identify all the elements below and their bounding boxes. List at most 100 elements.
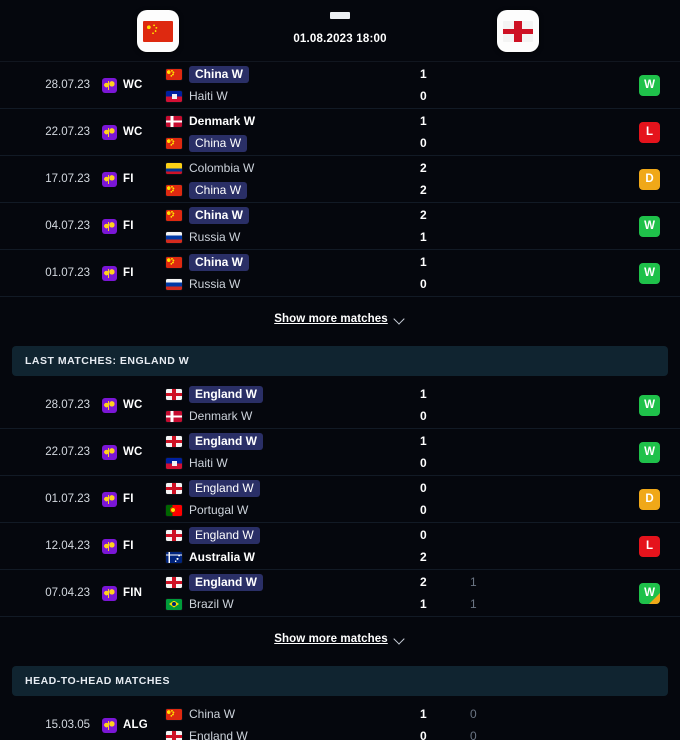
competition-code: FI (123, 173, 134, 185)
score-value: 2 (420, 550, 427, 564)
score-value: 0 (420, 729, 427, 740)
competition-cell[interactable]: ALG (98, 717, 164, 733)
competition-code: FIN (123, 587, 143, 599)
team-flag-icon (166, 410, 182, 422)
show-more-label: Show more matches (274, 312, 388, 325)
competition-cell[interactable]: FI (98, 171, 164, 187)
result-cell: W (639, 250, 660, 296)
competition-code: WC (123, 126, 143, 138)
section-header-head-to-head: HEAD-TO-HEAD MATCHES (12, 666, 668, 696)
team-name: Denmark W (189, 409, 253, 423)
score-column: 10 (420, 62, 427, 108)
team-name: England W (189, 432, 263, 450)
competition-code: FI (123, 267, 134, 279)
competition-code: FI (123, 220, 134, 232)
match-list-head-to-head: 15.03.05 ALG China W England W1000 (0, 702, 680, 740)
match-detail-page: 01.08.2023 18:00 28.07.23 WC China W Haiti … (0, 0, 680, 740)
score-column: 00 (420, 476, 427, 522)
result-badge-label: W (644, 267, 655, 279)
match-row[interactable]: 04.07.23 FI China W Russia W21W (0, 203, 680, 250)
score-value: 0 (420, 409, 427, 423)
match-row[interactable]: 01.07.23 FI China W Russia W10W (0, 250, 680, 297)
trophy-icon (102, 444, 117, 460)
show-more-matches-button[interactable]: Show more matches (0, 617, 680, 660)
score-value: 0 (420, 528, 427, 542)
score-column: 10 (420, 382, 427, 428)
team-flag-icon (166, 388, 182, 400)
show-more-matches-button[interactable]: Show more matches (0, 297, 680, 340)
score-column: 10 (420, 109, 427, 155)
result-cell: W (639, 570, 660, 616)
match-row[interactable]: 22.07.23 WC England W Haiti W10W (0, 429, 680, 476)
secondary-score-value: 1 (470, 597, 477, 611)
match-row[interactable]: 15.03.05 ALG China W England W1000 (0, 702, 680, 740)
competition-cell[interactable]: FI (98, 491, 164, 507)
team-flag-icon (166, 551, 182, 563)
match-date: 22.07.23 (45, 446, 90, 458)
chevron-down-icon (395, 635, 406, 642)
team-name: England W (189, 385, 263, 403)
score-column: 02 (420, 523, 427, 569)
trophy-icon (102, 218, 117, 234)
competition-cell[interactable]: FI (98, 265, 164, 281)
trophy-icon (102, 397, 117, 413)
competition-cell[interactable]: WC (98, 397, 164, 413)
result-cell: D (639, 156, 660, 202)
team-name: England W (189, 729, 248, 740)
score-column: 21 (420, 203, 427, 249)
match-row[interactable]: 28.07.23 WC China W Haiti W10W (0, 62, 680, 109)
match-date: 01.07.23 (45, 267, 90, 279)
result-cell: L (639, 523, 660, 569)
secondary-score-column: 11 (470, 570, 477, 616)
competition-cell[interactable]: FIN (98, 585, 164, 601)
competition-cell[interactable]: WC (98, 124, 164, 140)
result-badge: W (639, 441, 660, 463)
match-row[interactable]: 01.07.23 FI England W Portugal W00D (0, 476, 680, 523)
team-flag-icon (166, 457, 182, 469)
match-row[interactable]: 17.07.23 FI Colombia W China W22D (0, 156, 680, 203)
team-name: Australia W (189, 550, 256, 564)
trophy-icon (102, 491, 117, 507)
score-value: 1 (420, 707, 427, 721)
score-value: 1 (420, 387, 427, 401)
match-row[interactable]: 28.07.23 WC England W Denmark W10W (0, 382, 680, 429)
match-date: 17.07.23 (45, 173, 90, 185)
competition-code: FI (123, 540, 134, 552)
away-team-crest[interactable] (497, 10, 539, 52)
match-date: 12.04.23 (45, 540, 90, 552)
team-flag-icon (166, 162, 182, 174)
competition-cell[interactable]: FI (98, 218, 164, 234)
result-badge-label: L (645, 540, 654, 552)
match-date: 28.07.23 (45, 79, 90, 91)
trophy-icon (102, 585, 117, 601)
team-flag-icon (166, 209, 182, 221)
score-value: 0 (420, 136, 427, 150)
match-row[interactable]: 07.04.23 FIN England W Brazil W2111W (0, 570, 680, 617)
team-name: China W (189, 253, 249, 271)
section-title: HEAD-TO-HEAD MATCHES (25, 675, 170, 687)
competition-cell[interactable]: FI (98, 538, 164, 554)
competition-cell[interactable]: WC (98, 444, 164, 460)
match-date: 28.07.23 (45, 399, 90, 411)
result-cell: L (639, 109, 660, 155)
trophy-icon (102, 124, 117, 140)
score-value: 2 (420, 208, 427, 222)
match-list-last-matches-england: 28.07.23 WC England W Denmark W 1 0 W 22.07.23 W… (0, 382, 680, 617)
score-value: 1 (420, 67, 427, 81)
score-value: 0 (420, 456, 427, 470)
competition-cell[interactable]: WC (98, 77, 164, 93)
team-flag-icon (166, 68, 182, 80)
trophy-icon (102, 77, 117, 93)
trophy-icon (102, 265, 117, 281)
team-flag-icon (166, 90, 182, 102)
team-flag-icon (166, 482, 182, 494)
sections-container: 28.07.23 WC China W Haiti W 1 0 W 22.07.23 WC Den… (0, 62, 680, 740)
team-name: Portugal W (189, 503, 249, 517)
match-row[interactable]: 12.04.23 FI England W Australia W02L (0, 523, 680, 570)
match-row[interactable]: 22.07.23 WC Denmark W China W10L (0, 109, 680, 156)
team-flag-icon (166, 184, 182, 196)
result-badge-label: W (644, 220, 655, 232)
team-flag-icon (166, 708, 182, 720)
team-name: Denmark W (189, 114, 256, 128)
match-date: 22.07.23 (45, 126, 90, 138)
